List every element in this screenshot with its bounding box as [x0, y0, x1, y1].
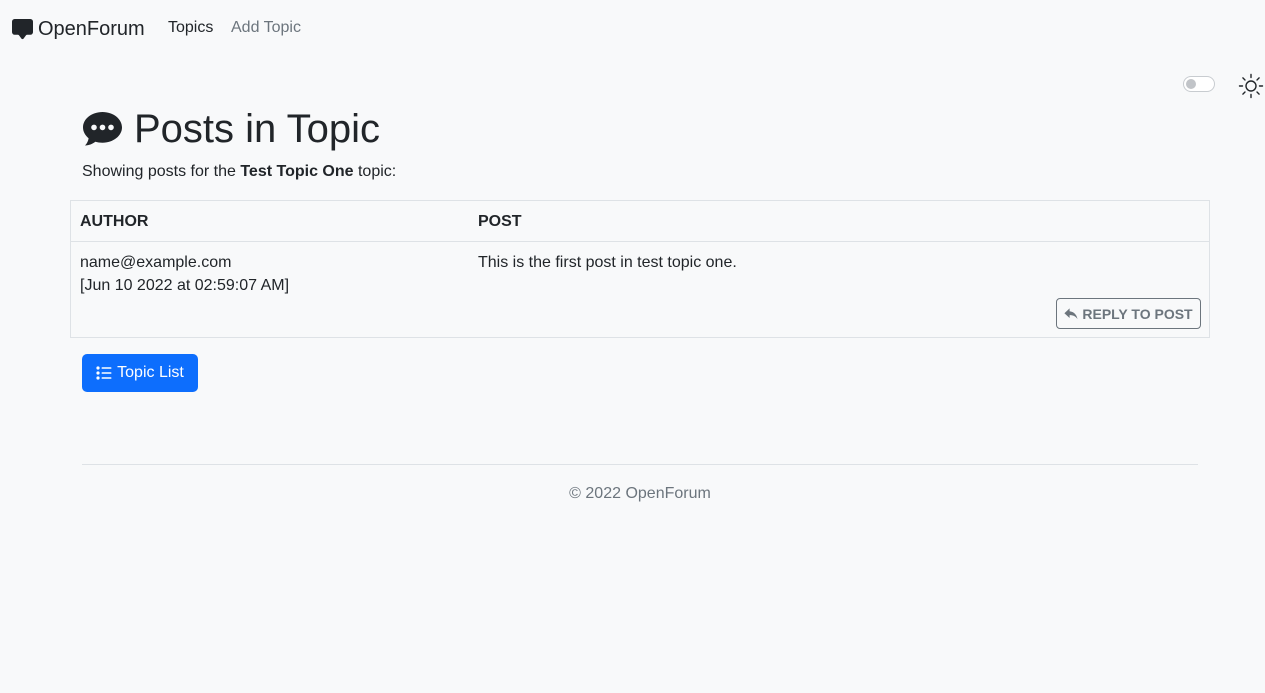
topic-subtitle: Showing posts for the Test Topic One top… — [82, 162, 396, 182]
brand-link[interactable]: OpenForum — [12, 16, 145, 42]
navbar: OpenForum Topics Add Topic — [0, 0, 1265, 56]
post-text: This is the first post in test topic one… — [478, 254, 737, 271]
table-header: AUTHOR POST — [71, 201, 1209, 242]
post-author-email: name@example.com — [80, 254, 232, 271]
subtitle-suffix: topic: — [357, 163, 397, 180]
sun-icon[interactable] — [1238, 73, 1264, 99]
column-header-post: POST — [478, 213, 522, 230]
topic-name: Test Topic One — [240, 163, 354, 180]
posts-table: AUTHOR POST name@example.com [Jun 10 202… — [70, 200, 1210, 338]
subtitle-prefix: Showing posts for the — [82, 163, 236, 180]
toggle-knob — [1186, 79, 1196, 89]
list-ul-icon — [96, 366, 112, 380]
reply-icon — [1064, 307, 1078, 319]
chat-dots-fill-icon — [83, 112, 122, 146]
chat-square-fill-icon — [12, 18, 33, 39]
topic-list-label: Topic List — [117, 364, 184, 381]
theme-toggle-switch[interactable] — [1183, 76, 1215, 92]
page-title: Posts in Topic — [82, 104, 380, 154]
reply-button-label: REPLY TO POST — [1082, 305, 1193, 322]
brand-name: OpenForum — [38, 18, 145, 40]
footer-copyright: © 2022 OpenForum — [569, 485, 711, 502]
nav-link-add-topic[interactable]: Add Topic — [231, 18, 301, 38]
column-header-author: AUTHOR — [80, 213, 149, 230]
reply-to-post-button[interactable]: REPLY TO POST — [1056, 298, 1201, 329]
page-title-text: Posts in Topic — [134, 107, 381, 151]
topic-list-button[interactable]: Topic List — [82, 354, 198, 392]
post-timestamp: [Jun 10 2022 at 02:59:07 AM] — [80, 277, 290, 294]
footer-divider — [82, 464, 1198, 465]
nav-link-topics[interactable]: Topics — [168, 18, 213, 38]
